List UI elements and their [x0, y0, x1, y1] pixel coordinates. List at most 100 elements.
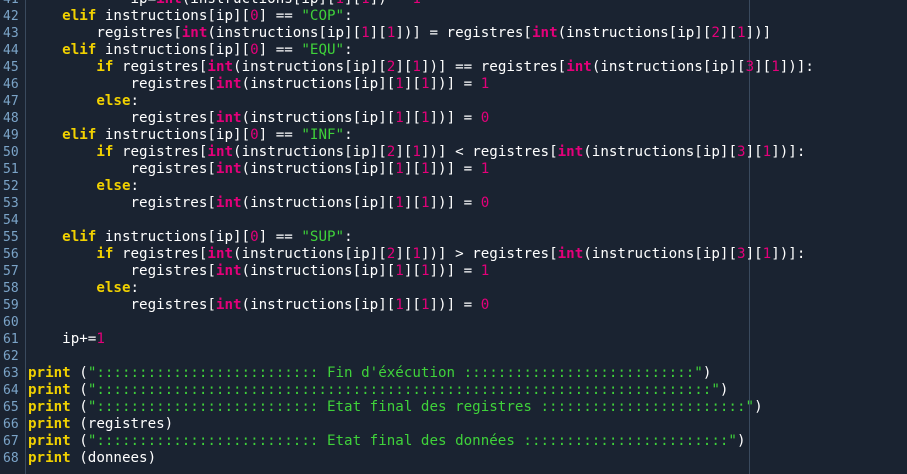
line-code[interactable]: if registres[int(instructions[ip][2][1])…	[28, 246, 805, 263]
line-code[interactable]: registres[int(instructions[ip][1][1])] =…	[28, 195, 489, 212]
line-code[interactable]: registres[int(instructions[ip][1][1])] =…	[28, 25, 771, 42]
code-token: 3	[737, 246, 746, 262]
code-token: else	[96, 280, 131, 296]
line-code[interactable]: registres[int(instructions[ip][1][1])] =…	[28, 76, 489, 93]
code-token: int	[181, 25, 208, 41]
line-code[interactable]: print ("::::::::::::::::::::::::::::::::…	[28, 382, 728, 399]
code-token: if	[96, 59, 114, 75]
code-line[interactable]: 43 registres[int(instructions[ip][1][1])…	[0, 25, 907, 42]
code-line[interactable]: 55 elif instructions[ip][0] == "SUP":	[0, 229, 907, 246]
line-code[interactable]: registres[int(instructions[ip][1][1])] =…	[28, 263, 489, 280]
line-number: 51	[3, 162, 19, 177]
code-token: ][	[719, 25, 737, 41]
line-code[interactable]: registres[int(instructions[ip][1][1])] =…	[28, 110, 489, 127]
line-code[interactable]: registres[int(instructions[ip][1][1])] =…	[28, 297, 489, 314]
code-line[interactable]: 42 elif instructions[ip][0] == "COP":	[0, 8, 907, 25]
code-line[interactable]: 64 print ("::::::::::::::::::::::::::::::…	[0, 382, 907, 399]
code-lines[interactable]: 41 ip=int(instructions[ip][1][1]) - 142 …	[0, 0, 907, 467]
code-token: )	[736, 433, 746, 449]
code-token: ":::::::::::::::::::::::::::::::::::::::…	[87, 382, 720, 398]
code-token: instructions[ip][	[96, 127, 251, 143]
code-token: 1	[762, 246, 772, 262]
code-token: ])]:	[779, 59, 814, 75]
line-code[interactable]: elif instructions[ip][0] == "EQU":	[28, 42, 352, 59]
code-line[interactable]: 65 print (":::::::::::::::::::::::::: Eta…	[0, 399, 907, 416]
code-token: registres[	[28, 195, 216, 211]
code-line[interactable]: 49 elif instructions[ip][0] == "INF":	[0, 127, 907, 144]
line-code[interactable]: print (":::::::::::::::::::::::::: Fin d…	[28, 365, 711, 382]
code-token: registres[	[28, 76, 216, 92]
code-line[interactable]: 66 print (registres)	[0, 416, 907, 433]
code-line[interactable]: 60	[0, 314, 907, 331]
line-code[interactable]: ip=int(instructions[ip][1][1]) - 1	[28, 0, 420, 8]
code-token: print	[28, 450, 71, 466]
code-token: 3	[745, 59, 755, 75]
code-line[interactable]: 52 else:	[0, 178, 907, 195]
code-line[interactable]: 48 registres[int(instructions[ip][1][1])…	[0, 110, 907, 127]
code-line[interactable]: 45 if registres[int(instructions[ip][2][…	[0, 59, 907, 76]
code-token: ][	[754, 59, 772, 75]
code-line[interactable]: 47 else:	[0, 93, 907, 110]
code-token: int	[156, 0, 182, 7]
code-token: int	[207, 59, 234, 75]
code-token: ]) -	[370, 0, 413, 7]
line-code[interactable]: if registres[int(instructions[ip][2][1])…	[28, 59, 814, 76]
line-code[interactable]: print (":::::::::::::::::::::::::: Etat …	[28, 399, 763, 416]
line-code[interactable]: registres[int(instructions[ip][1][1])] =…	[28, 161, 489, 178]
code-line[interactable]: 44 elif instructions[ip][0] == "EQU":	[0, 42, 907, 59]
code-token: ] ==	[258, 42, 302, 58]
code-line[interactable]: 54	[0, 212, 907, 229]
line-number: 49	[3, 128, 19, 143]
code-token: registres[	[113, 246, 208, 262]
line-code[interactable]: elif instructions[ip][0] == "COP":	[28, 8, 352, 25]
code-token: ][	[745, 144, 763, 160]
code-token: (	[70, 433, 88, 449]
code-token: if	[96, 144, 114, 160]
code-line[interactable]: 61 ip+=1	[0, 331, 907, 348]
line-number: 64	[3, 383, 19, 398]
line-code[interactable]: else:	[28, 178, 139, 195]
code-line[interactable]: 50 if registres[int(instructions[ip][2][…	[0, 144, 907, 161]
code-token: 1	[361, 25, 370, 41]
code-line[interactable]: 53 registres[int(instructions[ip][1][1])…	[0, 195, 907, 212]
line-code[interactable]: ip+=1	[28, 331, 105, 348]
code-line[interactable]: 57 registres[int(instructions[ip][1][1])…	[0, 263, 907, 280]
code-token: 0	[250, 8, 259, 24]
line-code[interactable]: print (registres)	[28, 416, 173, 433]
line-code[interactable]: else:	[28, 280, 139, 297]
code-line[interactable]: 68 print (donnees)	[0, 450, 907, 467]
line-code[interactable]: print (donnees)	[28, 450, 156, 467]
code-line[interactable]: 59 registres[int(instructions[ip][1][1])…	[0, 297, 907, 314]
code-line[interactable]: 56 if registres[int(instructions[ip][2][…	[0, 246, 907, 263]
code-token: (instructions[ip][	[233, 144, 387, 160]
line-code[interactable]: print (":::::::::::::::::::::::::: Etat …	[28, 433, 746, 450]
code-line[interactable]: 51 registres[int(instructions[ip][1][1])…	[0, 161, 907, 178]
line-code[interactable]: else:	[28, 93, 139, 110]
code-token: 1	[412, 246, 421, 262]
line-code[interactable]: if registres[int(instructions[ip][2][1])…	[28, 144, 805, 161]
code-token: ip=	[28, 0, 156, 7]
line-code[interactable]: elif instructions[ip][0] == "INF":	[28, 127, 352, 144]
code-line[interactable]: 46 registres[int(instructions[ip][1][1])…	[0, 76, 907, 93]
code-line[interactable]: 62	[0, 348, 907, 365]
code-token: ][	[403, 297, 421, 313]
code-token: 1	[480, 263, 490, 279]
code-line[interactable]: 63 print (":::::::::::::::::::::::::: Fin…	[0, 365, 907, 382]
code-token: :	[130, 280, 140, 296]
code-line[interactable]: 41 ip=int(instructions[ip][1][1]) - 1	[0, 0, 907, 8]
line-code[interactable]: elif instructions[ip][0] == "SUP":	[28, 229, 352, 246]
code-token: 0	[480, 110, 490, 126]
line-number: 41	[0, 0, 26, 8]
line-number: 48	[3, 111, 19, 126]
code-line[interactable]: 58 else:	[0, 280, 907, 297]
code-token: registres[	[113, 59, 208, 75]
line-number: 57	[3, 264, 19, 279]
code-token: (instructions[ip][	[241, 297, 396, 313]
code-editor[interactable]: 41 ip=int(instructions[ip][1][1]) - 142 …	[0, 0, 907, 474]
code-token: (instructions[ip][	[241, 195, 396, 211]
code-line[interactable]: 67 print (":::::::::::::::::::::::::: Eta…	[0, 433, 907, 450]
code-token: 1	[480, 161, 490, 177]
code-token: 0	[250, 127, 259, 143]
